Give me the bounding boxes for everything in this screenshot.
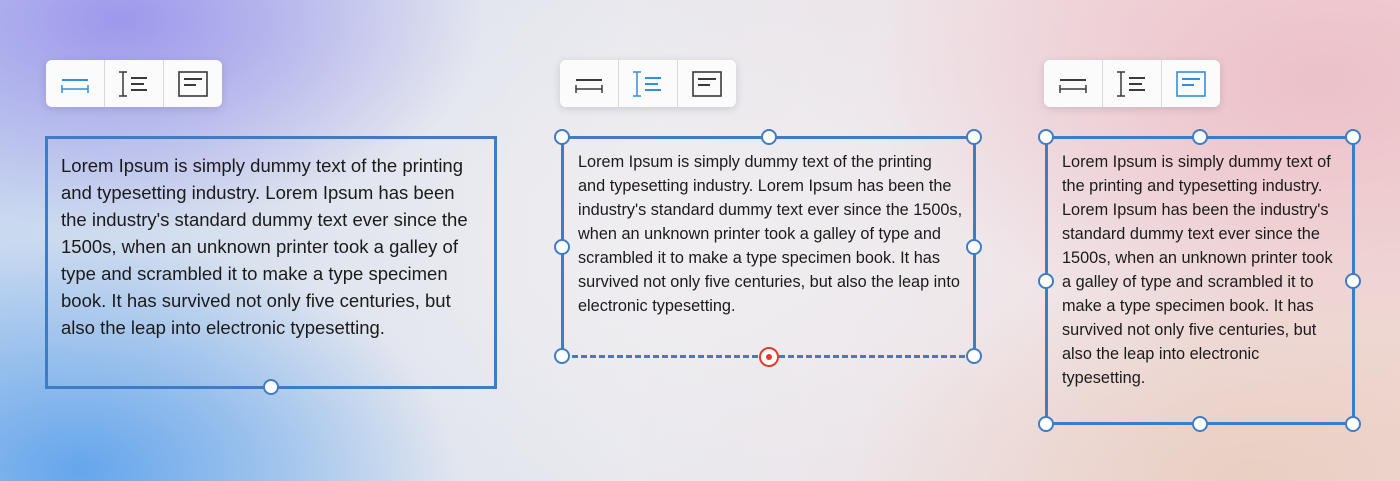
auto-width-button[interactable]	[1044, 60, 1103, 107]
resize-handle-top-right[interactable]	[1345, 129, 1361, 145]
body-text[interactable]: Lorem Ipsum is simply dummy text of the …	[1062, 150, 1344, 390]
resize-handle-top-right[interactable]	[966, 129, 982, 145]
auto-width-icon	[61, 78, 89, 93]
auto-width-icon	[1059, 78, 1087, 93]
fixed-size-button[interactable]	[1162, 60, 1220, 107]
resize-handle-left[interactable]	[1038, 273, 1054, 289]
auto-width-button[interactable]	[46, 60, 105, 107]
fixed-size-icon	[692, 70, 722, 97]
auto-height-button[interactable]	[105, 60, 164, 107]
auto-height-button[interactable]	[619, 60, 678, 107]
fixed-size-icon	[178, 70, 208, 97]
auto-width-icon	[575, 78, 603, 93]
text-resize-toolbar-1	[46, 60, 222, 107]
fixed-size-button[interactable]	[164, 60, 222, 107]
auto-height-handle-active[interactable]	[759, 347, 779, 367]
resize-handle-top-left[interactable]	[1038, 129, 1054, 145]
resize-handle-bottom-right[interactable]	[966, 348, 982, 364]
resize-handle-bottom[interactable]	[263, 379, 279, 395]
text-frame-fixed-size[interactable]: Lorem Ipsum is simply dummy text of the …	[1045, 136, 1355, 425]
auto-height-button[interactable]	[1103, 60, 1162, 107]
fixed-size-button[interactable]	[678, 60, 736, 107]
resize-handle-top[interactable]	[1192, 129, 1208, 145]
resize-handle-bottom[interactable]	[1192, 416, 1208, 432]
resize-handle-bottom-left[interactable]	[554, 348, 570, 364]
auto-height-icon	[1117, 70, 1145, 97]
fixed-size-icon	[1176, 70, 1206, 97]
resize-handle-right[interactable]	[966, 239, 982, 255]
text-frame-auto-height[interactable]: Lorem Ipsum is simply dummy text of the …	[561, 136, 976, 358]
resize-handle-left[interactable]	[554, 239, 570, 255]
resize-handle-bottom-left[interactable]	[1038, 416, 1054, 432]
auto-height-icon	[119, 70, 147, 97]
body-text[interactable]: Lorem Ipsum is simply dummy text of the …	[578, 150, 963, 318]
text-resize-toolbar-2	[560, 60, 736, 107]
text-resize-toolbar-3	[1044, 60, 1220, 107]
resize-handle-top-left[interactable]	[554, 129, 570, 145]
auto-width-button[interactable]	[560, 60, 619, 107]
text-frame-auto-width[interactable]: Lorem Ipsum is simply dummy text of the …	[45, 136, 497, 389]
resize-handle-right[interactable]	[1345, 273, 1361, 289]
auto-height-icon	[633, 70, 661, 97]
resize-handle-bottom-right[interactable]	[1345, 416, 1361, 432]
resize-handle-top[interactable]	[761, 129, 777, 145]
body-text[interactable]: Lorem Ipsum is simply dummy text of the …	[61, 152, 484, 341]
